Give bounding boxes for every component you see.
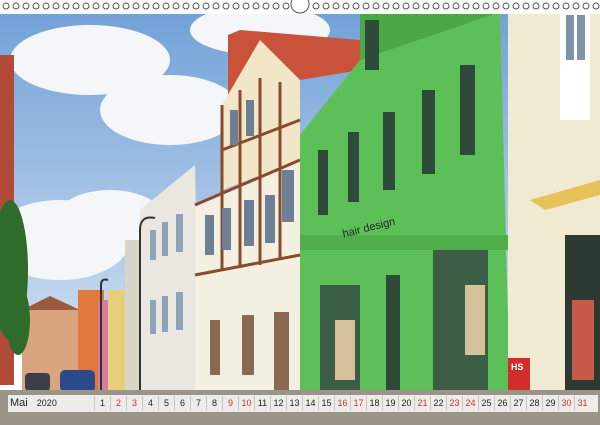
day-cell: 23 — [446, 396, 462, 411]
day-cell: 14 — [302, 396, 318, 411]
day-cell: 7 — [190, 396, 206, 411]
day-cell: 25 — [478, 396, 494, 411]
day-cell: 10 — [238, 396, 254, 411]
day-cell: 5 — [158, 396, 174, 411]
day-cell: 3 — [126, 396, 142, 411]
day-cell: 1 — [94, 396, 110, 411]
hanger-hole — [290, 0, 310, 14]
day-cell: 4 — [142, 396, 158, 411]
binding-rings — [0, 0, 600, 14]
day-cell: 29 — [542, 396, 558, 411]
day-cell: 8 — [206, 396, 222, 411]
day-cell: 31 — [574, 396, 590, 411]
day-cell: 9 — [222, 396, 238, 411]
shop-sign: HS — [511, 362, 524, 372]
day-cell: 11 — [254, 396, 270, 411]
day-cell: 22 — [430, 396, 446, 411]
day-cell: 17 — [350, 396, 366, 411]
day-cell: 27 — [510, 396, 526, 411]
month-name: Mai — [10, 397, 28, 409]
day-cell: 16 — [334, 396, 350, 411]
day-cell: 28 — [526, 396, 542, 411]
month-label: Mai 2020 — [10, 396, 57, 411]
day-cell: 26 — [494, 396, 510, 411]
cream-house — [508, 0, 600, 395]
day-cell: 12 — [270, 396, 286, 411]
street-photo — [0, 0, 600, 425]
day-cell: 13 — [286, 396, 302, 411]
day-cell: 15 — [318, 396, 334, 411]
day-cell: 20 — [398, 396, 414, 411]
calendar-page: hair design HS Mai 2020 1 2 3 4 5 6 7 8 9 10 11 12 1… — [0, 0, 600, 425]
day-cell: 2 — [110, 396, 126, 411]
day-cell: 30 — [558, 396, 574, 411]
day-cell: 19 — [382, 396, 398, 411]
day-cell: 24 — [462, 396, 478, 411]
day-cell: 21 — [414, 396, 430, 411]
day-cell: 6 — [174, 396, 190, 411]
day-cell: 18 — [366, 396, 382, 411]
year: 2020 — [36, 398, 57, 408]
